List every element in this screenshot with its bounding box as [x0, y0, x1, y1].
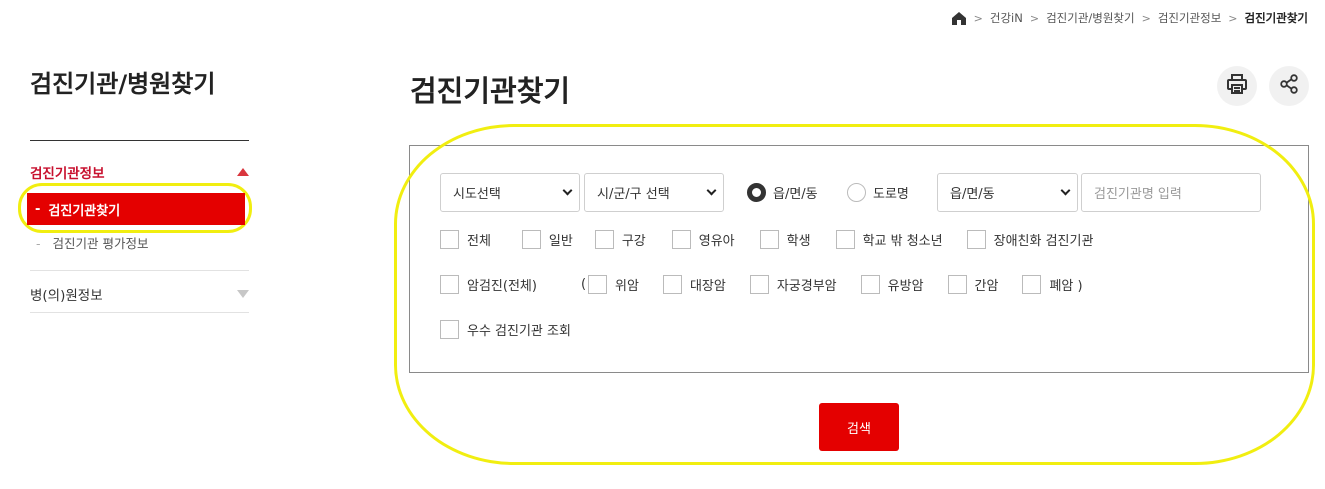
- dash-marker: -: [36, 236, 41, 251]
- share-icon: [1278, 73, 1300, 99]
- share-button[interactable]: [1269, 66, 1309, 106]
- sidebar-title: 검진기관/병원찾기: [30, 70, 216, 98]
- breadcrumb-current: 검진기관찾기: [1244, 11, 1308, 25]
- sidebar-section-label: 검진기관정보: [30, 166, 105, 182]
- sidebar-item-label: 검진기관 평가정보: [52, 236, 149, 251]
- chevron-right-icon: >: [1029, 11, 1040, 25]
- sidebar-item-evaluation[interactable]: - 검진기관 평가정보: [36, 233, 148, 252]
- chevron-right-icon: >: [1228, 11, 1238, 25]
- chevron-right-icon: >: [973, 11, 983, 25]
- sidebar-item-label: 검진기관찾기: [48, 203, 121, 219]
- highlight-annotation: [394, 124, 1315, 465]
- breadcrumb: > 건강iN > 검진기관/병원찾기 > 검진기관정보 > 검진기관찾기: [951, 10, 1308, 26]
- page-title: 검진기관찾기: [410, 74, 571, 108]
- sidebar-section-label: 병(의)원정보: [30, 288, 103, 304]
- home-icon[interactable]: [951, 11, 967, 26]
- breadcrumb-item[interactable]: 검진기관정보: [1158, 10, 1221, 26]
- sidebar-section-hospital-info[interactable]: 병(의)원정보: [30, 284, 249, 304]
- sidebar-divider: [30, 312, 249, 313]
- breadcrumb-item[interactable]: 건강iN: [990, 10, 1023, 26]
- sidebar-divider: [30, 140, 249, 141]
- printer-icon: [1226, 73, 1248, 99]
- sidebar-item-find-checkup-center[interactable]: - 검진기관찾기: [27, 193, 245, 225]
- caret-up-icon: [237, 168, 249, 176]
- sidebar-divider: [30, 270, 249, 271]
- sidebar-section-health-checkup[interactable]: 검진기관정보: [30, 162, 249, 182]
- print-button[interactable]: [1217, 66, 1257, 106]
- caret-down-icon: [237, 290, 249, 298]
- breadcrumb-item[interactable]: 검진기관/병원찾기: [1046, 10, 1135, 26]
- chevron-right-icon: >: [1141, 11, 1151, 25]
- dash-marker: -: [35, 201, 41, 217]
